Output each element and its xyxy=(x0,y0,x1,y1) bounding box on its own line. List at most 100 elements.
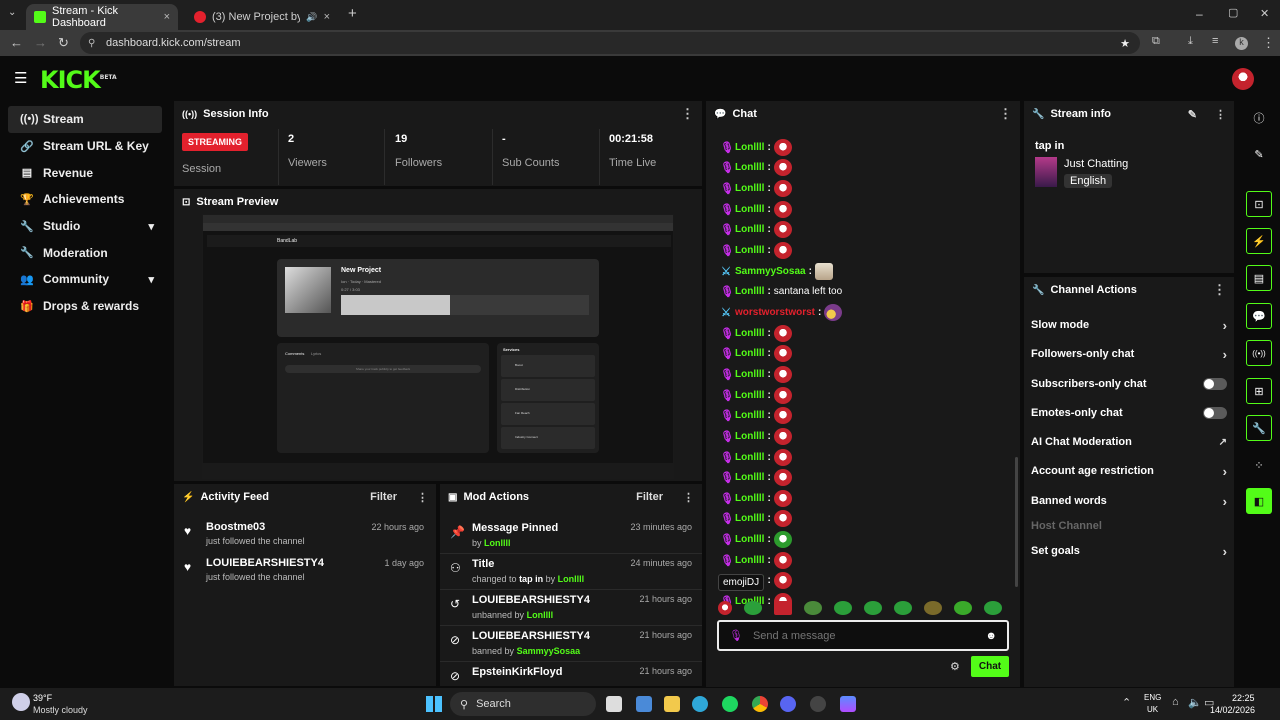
chat-username[interactable]: Lonllll xyxy=(735,513,764,524)
emoji-picker-icon[interactable]: ☻ xyxy=(985,630,997,642)
close-tab-icon[interactable]: × xyxy=(324,11,330,23)
chat-username[interactable]: Lonllll xyxy=(735,183,764,194)
obs-icon[interactable] xyxy=(810,696,826,712)
chat-emote[interactable] xyxy=(814,262,833,280)
close-window-button[interactable]: ✕ xyxy=(1260,7,1269,20)
chat-username[interactable]: Lonllll xyxy=(735,555,764,566)
more-options-icon[interactable]: ⋮ xyxy=(681,106,694,122)
extensions-icon[interactable]: ⧉ xyxy=(1152,35,1160,48)
action-slow-mode[interactable]: Slow mode › xyxy=(1031,315,1227,335)
tab-kick-dashboard[interactable]: Stream - Kick Dashboard × xyxy=(26,4,178,30)
clock-time[interactable]: 22:25 xyxy=(1232,693,1255,703)
emote-option[interactable] xyxy=(834,601,852,615)
chat-username[interactable]: Lonllll xyxy=(735,245,764,256)
store-icon[interactable] xyxy=(636,696,652,712)
chat-emote[interactable] xyxy=(773,345,792,363)
chat-input-box[interactable]: 🎙 ☻ xyxy=(717,620,1009,651)
chat-emote[interactable] xyxy=(773,489,792,507)
task-view-icon[interactable] xyxy=(606,696,622,712)
app-tile-icon[interactable]: ◧ xyxy=(1246,488,1272,514)
chat-username[interactable]: Lonllll xyxy=(735,452,764,463)
chat-username[interactable]: Lonllll xyxy=(735,431,764,442)
maximize-button[interactable]: ▢ xyxy=(1228,6,1238,19)
chat-username[interactable]: Lonllll xyxy=(735,472,764,483)
sidebar-item-community[interactable]: 👥 Community ▾ xyxy=(8,266,162,293)
document-icon[interactable]: ▤ xyxy=(1246,265,1272,291)
chat-emote[interactable] xyxy=(773,138,792,156)
file-explorer-icon[interactable] xyxy=(664,696,680,712)
download-icon[interactable]: ⤓ xyxy=(1188,35,1193,48)
more-options-icon[interactable]: ⋮ xyxy=(1215,108,1226,121)
chat-emote[interactable] xyxy=(773,221,792,239)
chat-username[interactable]: worstworstworst xyxy=(735,307,815,318)
filter-button[interactable]: Filter xyxy=(370,491,397,503)
bolt-icon[interactable]: ⚡ xyxy=(1246,228,1272,254)
emote-option[interactable] xyxy=(924,601,942,615)
sidebar-item-drops-rewards[interactable]: 🎁 Drops & rewards xyxy=(8,293,162,320)
info-icon[interactable]: ⓘ xyxy=(1246,105,1272,131)
emote-option[interactable] xyxy=(864,601,882,615)
chrome-icon[interactable] xyxy=(752,696,768,712)
chat-emote[interactable] xyxy=(773,531,792,549)
chat-settings-icon[interactable]: ⚙ xyxy=(950,660,960,673)
broadcast-icon[interactable]: ((•)) xyxy=(1246,340,1272,366)
more-options-icon[interactable]: ⋮ xyxy=(417,491,428,504)
more-options-icon[interactable]: ⋮ xyxy=(999,106,1012,122)
sidebar-item-stream-url-key[interactable]: 🔗 Stream URL & Key xyxy=(8,133,162,160)
more-options-icon[interactable]: ⋮ xyxy=(683,491,694,504)
forward-icon[interactable]: → xyxy=(34,35,47,50)
close-tab-icon[interactable]: × xyxy=(164,11,170,23)
chat-username[interactable]: Lonllll xyxy=(735,369,764,380)
bookmark-star-icon[interactable]: ★ xyxy=(1120,37,1130,50)
chat-emote[interactable] xyxy=(773,448,792,466)
network-icon[interactable]: ⌂ xyxy=(1172,696,1179,708)
windows-start-icon[interactable] xyxy=(426,696,442,712)
action-followers-only[interactable]: Followers-only chat › xyxy=(1031,344,1227,364)
hamburger-menu-icon[interactable]: ☰ xyxy=(14,69,27,87)
emote-option[interactable] xyxy=(744,601,762,615)
emote-option[interactable] xyxy=(804,601,822,615)
spotify-icon[interactable] xyxy=(722,696,738,712)
more-options-icon[interactable]: ⋮ xyxy=(1213,282,1226,298)
action-set-goals[interactable]: Set goals › xyxy=(1031,541,1227,561)
minimize-button[interactable]: – xyxy=(1196,7,1203,21)
reload-icon[interactable]: ↻ xyxy=(58,35,69,51)
chat-message-input[interactable] xyxy=(752,629,973,642)
emote-option[interactable] xyxy=(984,601,1002,615)
profile-avatar-icon[interactable]: k xyxy=(1235,37,1248,50)
emotes-only-toggle[interactable] xyxy=(1203,407,1227,419)
nodes-icon[interactable]: ⁘ xyxy=(1246,452,1272,478)
sidebar-item-revenue[interactable]: ▤ Revenue xyxy=(8,159,162,186)
sidebar-item-studio[interactable]: 🔧 Studio ▾ xyxy=(8,213,162,240)
user-avatar[interactable] xyxy=(1232,68,1254,90)
site-info-icon[interactable]: ⚲ xyxy=(88,38,95,49)
browser-menu-icon[interactable]: ⋮ xyxy=(1262,35,1275,51)
tab-bandlab[interactable]: (3) New Project by Ion | Ban 🔊 × xyxy=(186,4,338,30)
emote-option[interactable] xyxy=(718,601,732,615)
tray-chevron-icon[interactable]: ⌃ xyxy=(1122,696,1131,709)
chat-username[interactable]: Lonllll xyxy=(735,410,764,421)
volume-icon[interactable]: 🔈 xyxy=(1188,696,1202,709)
chat-username[interactable]: Lonllll xyxy=(735,493,764,504)
chat-emote[interactable] xyxy=(773,180,792,198)
chat-emote[interactable] xyxy=(773,427,792,445)
chat-username[interactable]: Lonllll xyxy=(735,162,764,173)
chat-emote[interactable] xyxy=(773,159,792,177)
filter-button[interactable]: Filter xyxy=(636,491,663,503)
edit-pencil-icon[interactable]: ✎ xyxy=(1188,108,1197,121)
taskbar-search[interactable]: ⚲ Search xyxy=(450,692,596,716)
app-icon[interactable] xyxy=(840,696,856,712)
chat-username[interactable]: Lonllll xyxy=(735,224,764,235)
stream-preview-video[interactable]: BandLab New Project Ion · Today · Master… xyxy=(202,214,674,479)
chat-username[interactable]: Lonllll xyxy=(735,348,764,359)
action-ai-chat-moderation[interactable]: AI Chat Moderation ↗ xyxy=(1031,432,1227,452)
chat-bubble-icon[interactable]: 💬 xyxy=(1246,303,1272,329)
back-icon[interactable]: ← xyxy=(10,35,23,50)
tab-search-icon[interactable]: ≡ xyxy=(1212,35,1218,47)
edge-icon[interactable] xyxy=(692,696,708,712)
sidebar-item-stream[interactable]: ((•)) Stream xyxy=(8,106,162,133)
weather-icon[interactable] xyxy=(12,693,30,711)
action-banned-words[interactable]: Banned words › xyxy=(1031,491,1227,511)
sidebar-item-moderation[interactable]: 🔧 Moderation xyxy=(8,239,162,266)
chat-username[interactable]: SammyySosaa xyxy=(735,266,806,277)
